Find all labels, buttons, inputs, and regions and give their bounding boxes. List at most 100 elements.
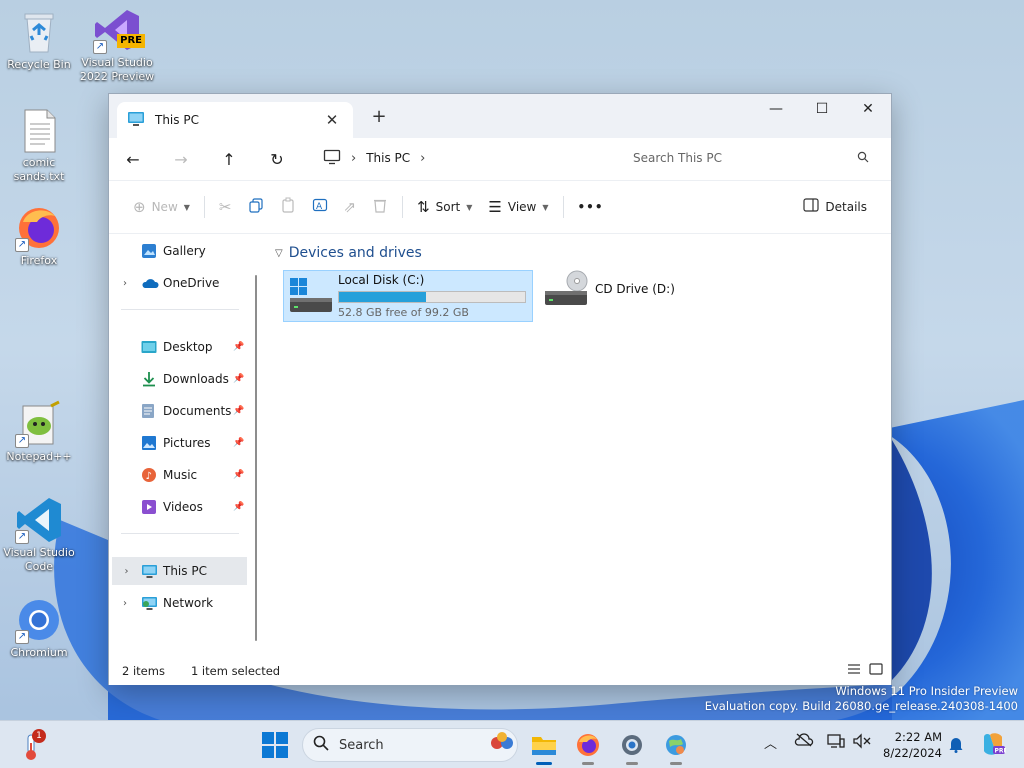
new-button[interactable]: ⊕ New ▼ [125,191,198,223]
desktop-icon-firefox[interactable]: ↗ Firefox [0,204,78,268]
pin-icon[interactable]: 📌 [233,406,247,416]
details-pane-button[interactable]: Details [795,191,875,223]
copilot-button[interactable]: PRE [980,731,1008,761]
more-options-button[interactable]: ••• [570,191,612,223]
desktop-icon-visual-studio[interactable]: PRE ↗ Visual Studio 2022 Preview [78,6,156,84]
refresh-icon: ↻ [270,149,284,169]
sidebar-scrollbar[interactable] [255,275,257,641]
taskbar-file-explorer[interactable] [526,729,562,765]
delete-button[interactable] [364,191,396,223]
sidebar-item-label: This PC [163,564,207,578]
firefox-icon [577,734,599,756]
breadcrumb-separator[interactable]: › [351,151,356,166]
sidebar-item-downloads[interactable]: Downloads 📌 [109,365,247,393]
refresh-button[interactable]: ↻ [253,150,301,169]
group-title: Devices and drives [288,245,422,261]
shortcut-arrow-icon: ↗ [15,630,29,644]
running-indicator [582,762,594,765]
taskbar-search[interactable]: Search [302,728,518,762]
rename-button[interactable]: A [304,191,336,223]
up-button[interactable]: ↑ [205,150,253,169]
clock[interactable]: 2:22 AM 8/22/2024 [878,729,942,761]
desktop-icon-label: Chromium [10,646,68,659]
desktop-icon-label: Recycle Bin [7,58,71,71]
window-controls: — ☐ ✕ [753,94,891,124]
divider [203,196,205,218]
network-tray-icon[interactable] [826,733,846,753]
cut-button[interactable]: ✂ [211,191,240,223]
chevron-right-icon[interactable]: › [109,278,141,289]
start-button[interactable] [262,732,288,761]
file-explorer-window[interactable]: This PC ✕ + — ☐ ✕ ← → ↑ ↻ › This PC › Se… [108,93,892,685]
sidebar-item-onedrive[interactable]: › OneDrive [109,269,247,297]
tab-this-pc[interactable]: This PC ✕ [117,102,353,138]
close-button[interactable]: ✕ [845,94,891,124]
sidebar-item-documents[interactable]: Documents 📌 [109,397,247,425]
breadcrumb-separator[interactable]: › [420,151,425,166]
command-bar: ⊕ New ▼ ✂ A ⇗ ⇅ Sort ▼ ☰ View ▼ ••• Deta… [109,180,891,234]
pin-icon[interactable]: 📌 [233,502,247,512]
maximize-button[interactable]: ☐ [799,94,845,124]
drive-cd-d[interactable]: CD Drive (D:) [541,263,721,315]
show-hidden-icons-button[interactable]: ︿ [764,733,777,752]
gear-icon [622,735,642,755]
chevron-right-icon[interactable]: › [112,566,141,577]
desktop-icon-notepad-plus-plus[interactable]: ↗ Notepad++ [0,400,78,464]
drive-local-disk-c[interactable]: Local Disk (C:) 52.8 GB free of 99.2 GB [283,270,533,322]
desktop-icon-comic-sands[interactable]: comic sands.txt [0,106,78,184]
sidebar-item-music[interactable]: ♪ Music 📌 [109,461,247,489]
notifications-button[interactable] [948,735,964,757]
watermark-line: Evaluation copy. Build 26080.ge_release.… [704,699,1018,713]
pin-icon[interactable]: 📌 [233,470,247,480]
view-button[interactable]: ☰ View ▼ [480,191,556,223]
taskbar-app-globe[interactable] [658,729,694,765]
minimize-button[interactable]: — [753,94,799,124]
tab-close-icon[interactable]: ✕ [321,111,343,129]
navigation-pane[interactable]: Gallery › OneDrive Desktop 📌 Downloads 📌… [109,235,259,657]
new-tab-button[interactable]: + [367,106,391,127]
group-header-devices[interactable]: ▽ Devices and drives [275,245,422,261]
search-input[interactable]: Search This PC [633,151,857,165]
cd-drive-icon [541,267,595,311]
drive-name: CD Drive (D:) [595,282,675,296]
sidebar-item-gallery[interactable]: Gallery [109,237,247,265]
sidebar-item-desktop[interactable]: Desktop 📌 [109,333,247,361]
desktop-icon-vscode[interactable]: ↗ Visual Studio Code [0,496,78,574]
taskbar-settings[interactable] [614,729,650,765]
sidebar-item-pictures[interactable]: Pictures 📌 [109,429,247,457]
details-view-icon[interactable] [847,663,861,678]
sort-button[interactable]: ⇅ Sort ▼ [409,191,480,223]
copy-button[interactable] [240,191,272,223]
windows-logo-icon [262,732,288,758]
sidebar-item-network[interactable]: › Network [109,589,247,617]
plus-circle-icon: ⊕ [133,198,146,216]
share-button[interactable]: ⇗ [336,191,365,223]
bell-icon [949,738,963,753]
chevron-right-icon[interactable]: › [109,598,141,609]
pin-icon[interactable]: 📌 [233,342,247,352]
ellipsis-icon: ••• [577,200,604,214]
shortcut-arrow-icon: ↗ [15,238,29,252]
desktop-icon-chromium[interactable]: ↗ Chromium [0,596,78,660]
widgets-button[interactable]: 1 [20,729,50,761]
new-label: New [151,200,178,214]
pin-icon[interactable]: 📌 [233,374,247,384]
desktop-icon-recycle-bin[interactable]: Recycle Bin [0,8,78,72]
back-button[interactable]: ← [109,150,157,169]
paste-button[interactable] [272,191,304,223]
sidebar-item-this-pc[interactable]: › This PC [112,557,247,585]
sidebar-item-label: Downloads [163,372,229,386]
volume-tray-icon[interactable] [852,733,872,753]
address-bar[interactable]: › This PC › [311,142,607,174]
pin-icon[interactable]: 📌 [233,438,247,448]
breadcrumb-this-pc[interactable]: This PC [366,151,410,165]
search-box[interactable]: Search This PC [619,142,883,174]
content-pane[interactable]: ▽ Devices and drives Local Disk (C:) 52.… [269,235,891,657]
tiles-view-icon[interactable] [869,663,883,678]
divider [121,309,239,310]
sidebar-item-videos[interactable]: Videos 📌 [109,493,247,521]
taskbar-firefox[interactable] [570,729,606,765]
title-bar[interactable]: This PC ✕ + — ☐ ✕ [109,94,891,138]
forward-button[interactable]: → [157,150,205,169]
onedrive-tray-icon[interactable] [794,733,814,751]
